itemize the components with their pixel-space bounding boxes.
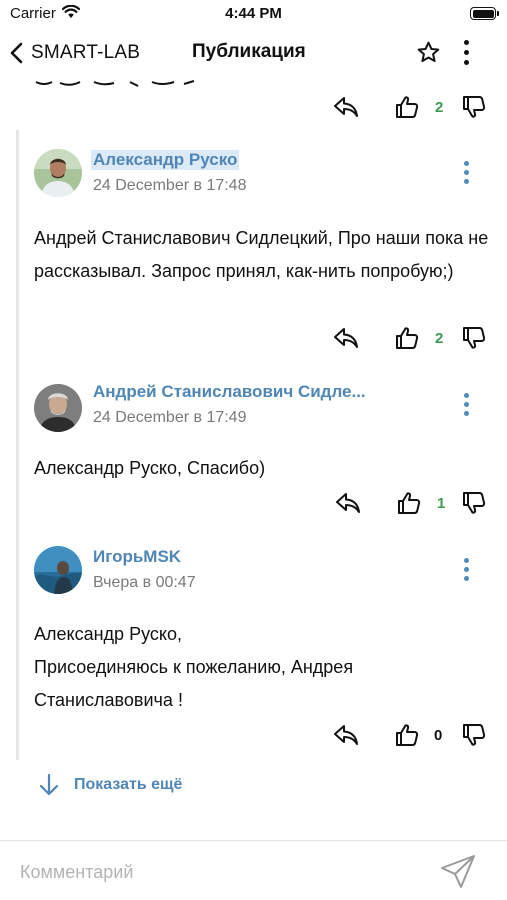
comment-item: ИгорьMSK Вчера в 00:47 Александр Руско, … (0, 538, 507, 728)
page-title: Публикация (192, 41, 306, 62)
comment-composer (0, 840, 507, 900)
comment-text-line: Александр Руско, (34, 624, 182, 644)
comment-author-link[interactable]: Андрей Станиславович Сидле... (93, 382, 366, 402)
navigation-bar: SMART-LAB Публикация (0, 28, 507, 78)
comment-input[interactable] (20, 859, 420, 885)
thumbs-down-icon[interactable] (461, 94, 487, 120)
chevron-left-icon (10, 42, 23, 64)
thumbs-up-icon[interactable] (394, 722, 420, 748)
score-value: 1 (437, 495, 446, 512)
comment-text: Александр Руско, Присоединяюсь к пожелан… (34, 618, 489, 717)
clock: 4:44 PM (225, 5, 282, 22)
comment-menu-icon[interactable] (458, 391, 476, 419)
status-bar: Carrier 4:44 PM (0, 0, 507, 28)
comment-text-line: Присоединяюсь к пожеланию, Андрея (34, 657, 354, 677)
thumbs-down-icon[interactable] (461, 490, 487, 516)
comment-author-link[interactable]: Александр Руско (91, 150, 240, 170)
avatar[interactable] (34, 384, 82, 432)
back-button-label: SMART-LAB (31, 42, 141, 63)
comment-menu-icon[interactable] (458, 556, 476, 584)
send-icon[interactable] (438, 852, 478, 892)
score-value: 0 (434, 727, 443, 744)
reply-icon[interactable] (334, 490, 362, 516)
favorite-star-icon[interactable] (416, 40, 441, 65)
show-more-label: Показать ещё (74, 776, 183, 793)
battery-icon (470, 7, 499, 20)
avatar[interactable] (34, 149, 82, 197)
comment-actions: 1 (0, 490, 507, 520)
partial-text-fragment (35, 80, 195, 87)
more-options-icon[interactable] (458, 39, 476, 67)
thumbs-up-icon[interactable] (394, 325, 420, 351)
show-more-button[interactable]: Показать ещё (38, 772, 182, 798)
comment-actions-partial: 2 (0, 94, 507, 124)
comment-text: Александр Руско, Спасибо) (34, 458, 266, 478)
reply-icon[interactable] (332, 325, 360, 351)
thumbs-down-icon[interactable] (461, 325, 487, 351)
thumbs-down-icon[interactable] (461, 722, 487, 748)
thumbs-up-icon[interactable] (396, 490, 422, 516)
comment-menu-icon[interactable] (458, 159, 476, 187)
comment-actions: 0 (0, 722, 507, 752)
reply-icon[interactable] (332, 722, 360, 748)
comment-author-link[interactable]: ИгорьMSK (93, 547, 181, 567)
comment-text: Андрей Станиславович Сидлецкий, Про наши… (34, 228, 489, 281)
comment-date: Вчера в 00:47 (93, 574, 196, 591)
arrow-down-icon (39, 773, 59, 796)
avatar[interactable] (34, 546, 82, 594)
comment-date: 24 December в 17:48 (93, 177, 247, 194)
comment-date: 24 December в 17:49 (93, 409, 247, 426)
thumbs-up-icon[interactable] (394, 94, 420, 120)
score-value: 2 (435, 99, 444, 116)
reply-icon[interactable] (332, 94, 360, 120)
comment-actions: 2 (0, 325, 507, 355)
back-button[interactable]: SMART-LAB (10, 38, 140, 68)
score-value: 2 (435, 330, 444, 347)
comment-text-line: Станиславовича ! (34, 690, 183, 710)
